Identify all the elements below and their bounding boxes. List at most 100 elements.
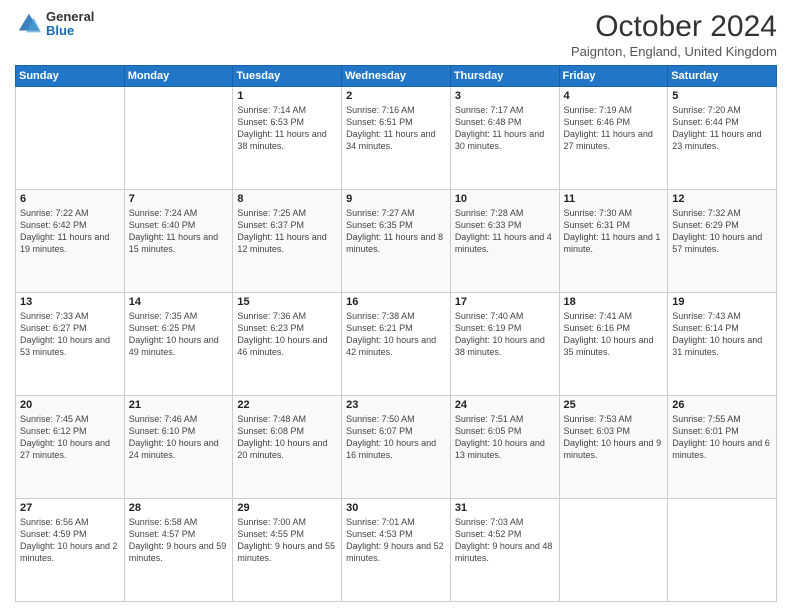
day-number: 24 <box>455 399 555 411</box>
day-info: Sunrise: 7:27 AM Sunset: 6:35 PM Dayligh… <box>346 207 446 256</box>
day-number: 30 <box>346 502 446 514</box>
day-info: Sunrise: 7:24 AM Sunset: 6:40 PM Dayligh… <box>129 207 229 256</box>
calendar-cell: 18Sunrise: 7:41 AM Sunset: 6:16 PM Dayli… <box>559 293 668 396</box>
calendar-cell: 29Sunrise: 7:00 AM Sunset: 4:55 PM Dayli… <box>233 499 342 602</box>
calendar-week-1: 6 Sunrise: 7:22 AM Sunset: 6:42 PM Daylig… <box>16 190 777 293</box>
calendar-cell: 30 Sunrise: 7:01 AM Sunset: 4:53 PM Dayli… <box>342 499 451 602</box>
day-number: 23 <box>346 399 446 411</box>
col-tuesday: Tuesday <box>233 66 342 87</box>
calendar-cell <box>668 499 777 602</box>
logo-icon <box>15 10 43 38</box>
day-number: 13 <box>20 296 120 308</box>
day-info: Sunrise: 7:19 AM Sunset: 6:46 PM Dayligh… <box>564 104 664 153</box>
calendar-cell: 25 Sunrise: 7:53 AM Sunset: 6:03 PM Dayli… <box>559 396 668 499</box>
col-friday: Friday <box>559 66 668 87</box>
day-info: Sunrise: 6:56 AM Sunset: 4:59 PM Dayligh… <box>20 516 120 565</box>
day-info: Sunrise: 7:14 AM Sunset: 6:53 PM Dayligh… <box>237 104 337 153</box>
calendar-cell: 23 Sunrise: 7:50 AM Sunset: 6:07 PM Dayli… <box>342 396 451 499</box>
day-info: Sunrise: 7:16 AM Sunset: 6:51 PM Dayligh… <box>346 104 446 153</box>
day-number: 1 <box>237 90 337 102</box>
day-number: 6 <box>20 193 120 205</box>
day-info: Sunrise: 7:17 AM Sunset: 6:48 PM Dayligh… <box>455 104 555 153</box>
calendar-cell <box>16 87 125 190</box>
day-number: 25 <box>564 399 664 411</box>
day-number: 16 <box>346 296 446 308</box>
calendar-week-3: 20 Sunrise: 7:45 AM Sunset: 6:12 PM Dayli… <box>16 396 777 499</box>
calendar-cell: 14Sunrise: 7:35 AM Sunset: 6:25 PM Dayli… <box>124 293 233 396</box>
day-number: 5 <box>672 90 772 102</box>
day-number: 26 <box>672 399 772 411</box>
calendar-cell: 31 Sunrise: 7:03 AM Sunset: 4:52 PM Dayli… <box>450 499 559 602</box>
day-number: 17 <box>455 296 555 308</box>
title-block: October 2024 Paignton, England, United K… <box>571 10 777 59</box>
day-number: 27 <box>20 502 120 514</box>
day-number: 3 <box>455 90 555 102</box>
day-info: Sunrise: 7:53 AM Sunset: 6:03 PM Dayligh… <box>564 413 664 462</box>
calendar-week-4: 27 Sunrise: 6:56 AM Sunset: 4:59 PM Dayli… <box>16 499 777 602</box>
day-info: Sunrise: 7:01 AM Sunset: 4:53 PM Dayligh… <box>346 516 446 565</box>
day-info: Sunrise: 7:48 AM Sunset: 6:08 PM Dayligh… <box>237 413 337 462</box>
calendar-cell: 2Sunrise: 7:16 AM Sunset: 6:51 PM Daylig… <box>342 87 451 190</box>
calendar-subtitle: Paignton, England, United Kingdom <box>571 44 777 59</box>
col-sunday: Sunday <box>16 66 125 87</box>
calendar-cell: 4Sunrise: 7:19 AM Sunset: 6:46 PM Daylig… <box>559 87 668 190</box>
day-number: 19 <box>672 296 772 308</box>
calendar-cell <box>559 499 668 602</box>
day-info: Sunrise: 7:32 AM Sunset: 6:29 PM Dayligh… <box>672 207 772 256</box>
day-info: Sunrise: 7:55 AM Sunset: 6:01 PM Dayligh… <box>672 413 772 462</box>
calendar-cell: 5 Sunrise: 7:20 AM Sunset: 6:44 PM Daylig… <box>668 87 777 190</box>
page: General Blue October 2024 Paignton, Engl… <box>0 0 792 612</box>
day-number: 9 <box>346 193 446 205</box>
calendar-title: October 2024 <box>571 10 777 44</box>
logo: General Blue <box>15 10 94 39</box>
day-number: 8 <box>237 193 337 205</box>
calendar-table: Sunday Monday Tuesday Wednesday Thursday… <box>15 65 777 602</box>
calendar-cell: 28 Sunrise: 6:58 AM Sunset: 4:57 PM Dayli… <box>124 499 233 602</box>
day-number: 14 <box>129 296 229 308</box>
calendar-cell: 13 Sunrise: 7:33 AM Sunset: 6:27 PM Dayli… <box>16 293 125 396</box>
calendar-cell: 3 Sunrise: 7:17 AM Sunset: 6:48 PM Daylig… <box>450 87 559 190</box>
day-info: Sunrise: 6:58 AM Sunset: 4:57 PM Dayligh… <box>129 516 229 565</box>
calendar-cell: 9 Sunrise: 7:27 AM Sunset: 6:35 PM Daylig… <box>342 190 451 293</box>
day-number: 21 <box>129 399 229 411</box>
day-number: 15 <box>237 296 337 308</box>
day-info: Sunrise: 7:46 AM Sunset: 6:10 PM Dayligh… <box>129 413 229 462</box>
calendar-cell: 19 Sunrise: 7:43 AM Sunset: 6:14 PM Dayli… <box>668 293 777 396</box>
header: General Blue October 2024 Paignton, Engl… <box>15 10 777 59</box>
logo-text: General Blue <box>46 10 94 39</box>
calendar-week-0: 1 Sunrise: 7:14 AM Sunset: 6:53 PM Daylig… <box>16 87 777 190</box>
calendar-cell: 7 Sunrise: 7:24 AM Sunset: 6:40 PM Daylig… <box>124 190 233 293</box>
col-saturday: Saturday <box>668 66 777 87</box>
day-number: 11 <box>564 193 664 205</box>
day-info: Sunrise: 7:00 AM Sunset: 4:55 PM Dayligh… <box>237 516 337 565</box>
calendar-cell: 26 Sunrise: 7:55 AM Sunset: 6:01 PM Dayli… <box>668 396 777 499</box>
calendar-cell: 15Sunrise: 7:36 AM Sunset: 6:23 PM Dayli… <box>233 293 342 396</box>
calendar-cell: 16 Sunrise: 7:38 AM Sunset: 6:21 PM Dayli… <box>342 293 451 396</box>
col-wednesday: Wednesday <box>342 66 451 87</box>
calendar-body: 1 Sunrise: 7:14 AM Sunset: 6:53 PM Daylig… <box>16 87 777 602</box>
day-info: Sunrise: 7:20 AM Sunset: 6:44 PM Dayligh… <box>672 104 772 153</box>
day-info: Sunrise: 7:38 AM Sunset: 6:21 PM Dayligh… <box>346 310 446 359</box>
day-info: Sunrise: 7:40 AM Sunset: 6:19 PM Dayligh… <box>455 310 555 359</box>
col-monday: Monday <box>124 66 233 87</box>
day-info: Sunrise: 7:50 AM Sunset: 6:07 PM Dayligh… <box>346 413 446 462</box>
day-info: Sunrise: 7:45 AM Sunset: 6:12 PM Dayligh… <box>20 413 120 462</box>
calendar-cell: 17 Sunrise: 7:40 AM Sunset: 6:19 PM Dayli… <box>450 293 559 396</box>
calendar-cell: 12Sunrise: 7:32 AM Sunset: 6:29 PM Dayli… <box>668 190 777 293</box>
day-number: 7 <box>129 193 229 205</box>
day-number: 20 <box>20 399 120 411</box>
day-number: 31 <box>455 502 555 514</box>
header-row: Sunday Monday Tuesday Wednesday Thursday… <box>16 66 777 87</box>
day-number: 22 <box>237 399 337 411</box>
day-info: Sunrise: 7:43 AM Sunset: 6:14 PM Dayligh… <box>672 310 772 359</box>
day-info: Sunrise: 7:22 AM Sunset: 6:42 PM Dayligh… <box>20 207 120 256</box>
calendar-cell: 1 Sunrise: 7:14 AM Sunset: 6:53 PM Daylig… <box>233 87 342 190</box>
day-info: Sunrise: 7:33 AM Sunset: 6:27 PM Dayligh… <box>20 310 120 359</box>
day-info: Sunrise: 7:28 AM Sunset: 6:33 PM Dayligh… <box>455 207 555 256</box>
calendar-cell: 24 Sunrise: 7:51 AM Sunset: 6:05 PM Dayli… <box>450 396 559 499</box>
day-info: Sunrise: 7:51 AM Sunset: 6:05 PM Dayligh… <box>455 413 555 462</box>
day-number: 28 <box>129 502 229 514</box>
day-info: Sunrise: 7:30 AM Sunset: 6:31 PM Dayligh… <box>564 207 664 256</box>
day-info: Sunrise: 7:03 AM Sunset: 4:52 PM Dayligh… <box>455 516 555 565</box>
day-info: Sunrise: 7:41 AM Sunset: 6:16 PM Dayligh… <box>564 310 664 359</box>
